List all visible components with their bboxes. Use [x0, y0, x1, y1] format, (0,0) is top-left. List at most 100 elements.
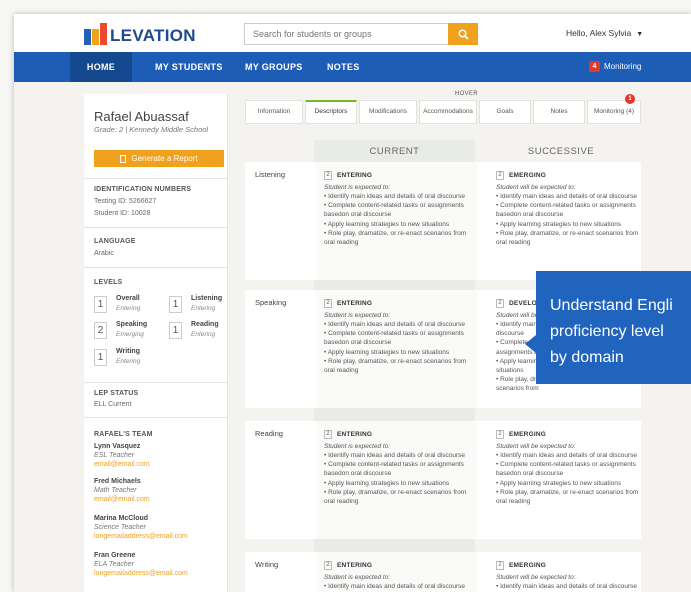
top-bar: LEVATION Hello, Alex Sylvia ▼: [14, 14, 691, 52]
domain-row-writing: Writing 2 ENTERING Student is expected to…: [245, 552, 641, 592]
user-greeting: Hello, Alex Sylvia: [566, 28, 632, 38]
callout-pointer: [525, 335, 536, 353]
student-name: Rafael Abuassaf: [94, 109, 189, 124]
team-member-email[interactable]: longemailaddress@email.com: [94, 533, 188, 540]
level-name: ENTERING: [337, 431, 373, 438]
student-grade: Grade: 2 | Kennedy Middle School: [94, 125, 209, 134]
level-name: ENTERING: [337, 562, 373, 569]
level-name: ENTERING: [337, 172, 373, 179]
nav-notes[interactable]: NOTES: [327, 52, 360, 82]
level-status: Entering: [191, 305, 216, 312]
levels-heading: LEVELS: [94, 279, 123, 286]
tab-information[interactable]: Information: [245, 100, 303, 124]
tab-monitoring[interactable]: Monitoring (4): [587, 100, 641, 124]
descriptor-list: • Identify main ideas and details of ora…: [324, 583, 466, 590]
page: LEVATION Hello, Alex Sylvia ▼ HOME MY STU…: [0, 0, 691, 592]
lep-value: ELL Current: [94, 401, 132, 408]
nav-my-students[interactable]: MY STUDENTS: [155, 52, 223, 82]
team-member-role: ELA Teacher: [94, 561, 134, 568]
logo-bar-orange: [92, 29, 99, 45]
current-descriptor: 2 ENTERING Student is expected to: • Iden…: [316, 162, 477, 280]
level-number: 1: [169, 322, 182, 339]
level-name: Listening: [191, 295, 223, 302]
level-name: EMERGING: [509, 172, 546, 179]
level-number: 2: [496, 171, 504, 180]
tab-notes[interactable]: Notes: [533, 100, 585, 124]
level-number: 2: [324, 561, 332, 570]
student-sidebar: Rafael Abuassaf Grade: 2 | Kennedy Middl…: [84, 94, 228, 592]
successive-descriptor: 2 EMERGING Student will be expected to: •…: [488, 162, 649, 269]
descriptor-list: • Identify main ideas and details of ora…: [324, 321, 467, 375]
user-menu[interactable]: Hello, Alex Sylvia ▼: [566, 28, 643, 38]
level-status: Entering: [191, 331, 216, 338]
document-icon: [120, 154, 127, 163]
expectation-text: Student is expected to:: [324, 184, 391, 191]
team-heading: RAFAEL'S TEAM: [94, 431, 153, 438]
level-number: 1: [169, 296, 182, 313]
chevron-down-icon: ▼: [636, 31, 644, 38]
expectation-text: Student is expected to:: [324, 574, 391, 581]
level-name: EMERGING: [509, 431, 546, 438]
tab-modifications[interactable]: Modifications: [359, 100, 417, 124]
language-heading: LANGUAGE: [94, 238, 136, 245]
monitoring-count-badge: 4: [589, 61, 600, 72]
feature-callout: Understand Engli proficiency level by do…: [536, 271, 691, 384]
nav-my-groups[interactable]: MY GROUPS: [245, 52, 303, 82]
successive-descriptor: 2 EMERGING Student will be expected to: •…: [488, 552, 649, 591]
descriptor-list: • Identify main ideas and details of ora…: [324, 452, 467, 506]
level-number: 2: [324, 299, 332, 308]
expectation-text: Student will be expected to:: [496, 184, 576, 191]
descriptor-list: • Identify main ideas and details of ora…: [496, 452, 639, 506]
ellevation-logo[interactable]: LEVATION: [84, 23, 196, 45]
level-number: 2: [324, 430, 332, 439]
monitoring-label: Monitoring: [604, 62, 642, 71]
successive-column-header: SUCCESSIVE: [527, 146, 595, 157]
level-name: Writing: [116, 348, 140, 355]
logo-bar-red: [100, 23, 107, 45]
current-descriptor: 2 ENTERING Student is expected to: • Iden…: [316, 552, 477, 592]
nav-monitoring[interactable]: 4 Monitoring: [589, 61, 641, 72]
current-descriptor: 2 ENTERING Student is expected to: • Iden…: [316, 290, 477, 408]
logo-text: LEVATION: [110, 26, 196, 45]
divider: [84, 178, 228, 179]
search-icon: [457, 28, 469, 40]
team-member-email[interactable]: longemailaddress@email.com: [94, 570, 188, 577]
hover-annotation: HOVER: [455, 91, 478, 97]
nav-home[interactable]: HOME: [70, 52, 132, 82]
team-member-role: Math Teacher: [94, 487, 137, 494]
domain-row-reading: Reading 2 ENTERING Student is expected to…: [245, 421, 641, 539]
level-number: 2: [496, 561, 504, 570]
level-number: 2: [324, 171, 332, 180]
search-input[interactable]: [245, 24, 445, 44]
testing-id: Testing ID: 5266627: [94, 198, 157, 205]
expectation-text: Student is expected to:: [324, 443, 391, 450]
descriptor-list: • Identify main ideas and details of ora…: [324, 193, 467, 247]
domain-label: Listening: [255, 170, 286, 179]
generate-report-label: Generate a Report: [131, 154, 198, 163]
tab-descriptors[interactable]: Descriptors: [305, 100, 357, 124]
divider: [84, 267, 228, 268]
level-name: Reading: [191, 321, 219, 328]
current-column-header: CURRENT: [369, 146, 420, 157]
lep-heading: LEP STATUS: [94, 390, 139, 397]
level-name: EMERGING: [509, 562, 546, 569]
team-member-email[interactable]: email@email.com: [94, 461, 150, 468]
team-member-name: Fran Greene: [94, 552, 136, 559]
level-status: Entering: [116, 305, 141, 312]
team-member-email[interactable]: email@email.com: [94, 496, 150, 503]
search-button[interactable]: [448, 23, 478, 45]
level-status: Emerging: [116, 331, 144, 338]
language-value: Arabic: [94, 250, 114, 257]
tab-accommodations[interactable]: Accommodations: [419, 100, 477, 124]
student-id: Student ID: 10028: [94, 210, 151, 217]
team-member-role: ESL Teacher: [94, 452, 135, 459]
domain-label: Writing: [255, 560, 279, 569]
alert-badge: 1: [625, 94, 635, 104]
main-nav: HOME MY STUDENTS MY GROUPS NOTES 4 Monit…: [14, 52, 691, 82]
generate-report-button[interactable]: Generate a Report: [94, 150, 224, 167]
search-box: [244, 23, 478, 45]
tab-goals[interactable]: Goals: [479, 100, 531, 124]
domain-row-listening: Listening 2 ENTERING Student is expected …: [245, 162, 641, 280]
expectation-text: Student will be expected to:: [496, 574, 576, 581]
level-status: Entering: [116, 358, 141, 365]
